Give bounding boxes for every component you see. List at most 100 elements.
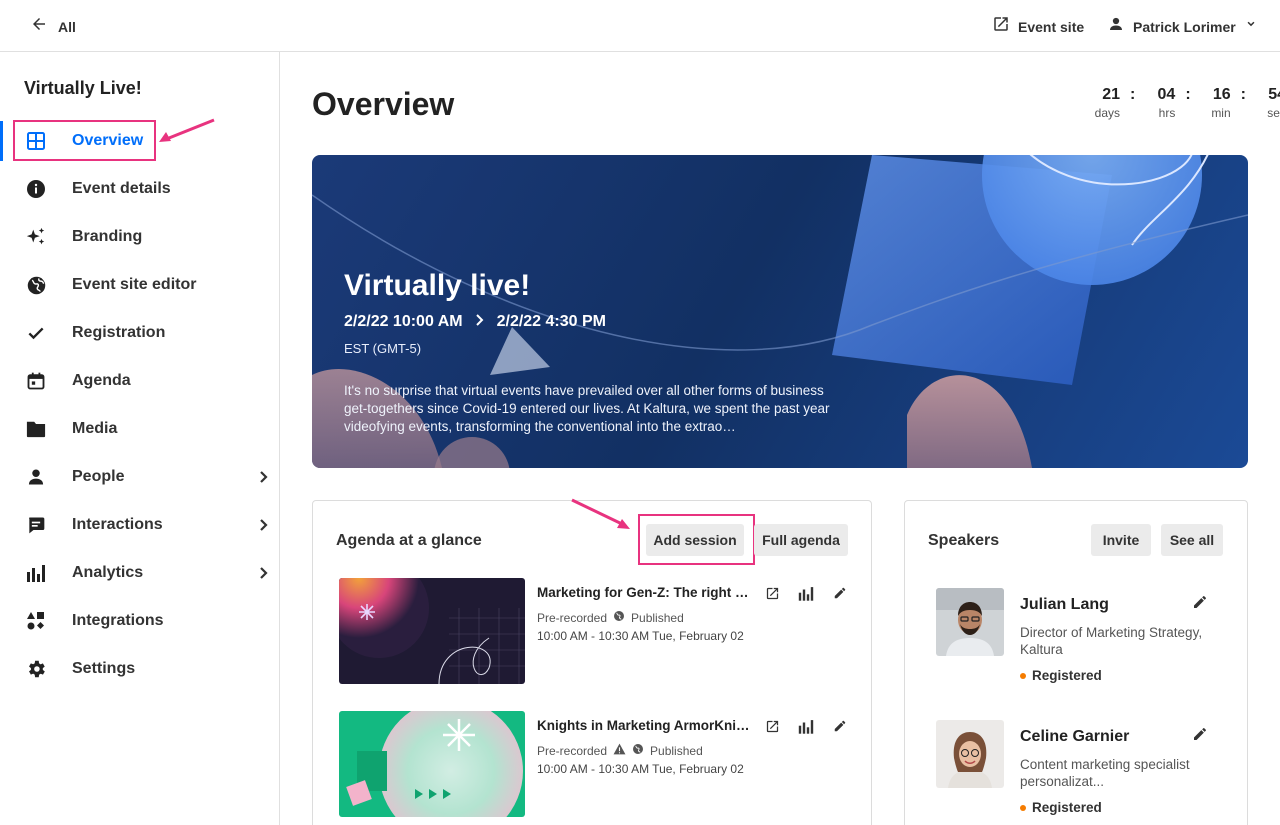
hero-event-title: Virtually live!	[344, 269, 531, 302]
agenda-card-title: Agenda at a glance	[336, 532, 482, 549]
info-icon	[24, 177, 48, 201]
hero-timezone: EST (GMT-5)	[344, 341, 422, 356]
edit-pencil-icon[interactable]	[1192, 726, 1208, 747]
sidebar-item-label: Event site editor	[72, 276, 197, 293]
globe-icon	[632, 743, 644, 758]
sidebar-item-label: Interactions	[72, 516, 163, 533]
countdown-seconds-value: 54	[1268, 86, 1280, 103]
session-type: Pre-recorded	[537, 743, 608, 758]
sidebar-nav: Overview Event details Branding Event si…	[0, 117, 279, 693]
chevron-down-icon	[1244, 17, 1258, 36]
agenda-session-item[interactable]: Marketing for Gen-Z: The right way Pre-r…	[339, 578, 849, 684]
session-status: Published	[631, 610, 684, 625]
bar-chart-icon	[24, 561, 48, 585]
apps-icon	[24, 609, 48, 633]
sidebar-item-label: People	[72, 468, 125, 485]
sidebar-item-event-details[interactable]: Event details	[0, 165, 279, 213]
sidebar-item-label: Analytics	[72, 564, 144, 581]
speaker-status: Registered	[1020, 668, 1102, 683]
sidebar-item-media[interactable]: Media	[0, 405, 279, 453]
sidebar-item-branding[interactable]: Branding	[0, 213, 279, 261]
session-time: 10:00 AM - 10:30 AM Tue, February 02	[537, 629, 744, 643]
speaker-item[interactable]: Celine Garnier Content marketing special…	[936, 720, 1226, 825]
speaker-role: Content marketing specialist personaliza…	[1020, 757, 1190, 789]
person-icon	[24, 465, 48, 489]
warning-icon	[613, 743, 626, 758]
user-name: Patrick Lorimer	[1133, 18, 1236, 35]
sidebar-item-agenda[interactable]: Agenda	[0, 357, 279, 405]
avatar	[936, 720, 1004, 788]
user-menu[interactable]: Patrick Lorimer	[1107, 15, 1258, 38]
sidebar: Virtually Live! Overview Event details B…	[0, 52, 280, 825]
agenda-card: Agenda at a glance Add session Full agen…	[312, 500, 872, 825]
sidebar-item-settings[interactable]: Settings	[0, 645, 279, 693]
speakers-card-title: Speakers	[928, 532, 1000, 549]
speakers-card: Speakers Invite See all Julian Lang Dire…	[904, 500, 1248, 825]
globe-icon	[613, 610, 625, 625]
invite-button[interactable]: Invite	[1091, 524, 1151, 556]
sidebar-item-label: Media	[72, 420, 118, 437]
countdown-minutes-label: min	[1211, 106, 1231, 120]
speaker-role: Director of Marketing Strategy, Kaltura	[1020, 625, 1203, 657]
event-name: Virtually Live!	[24, 78, 142, 98]
full-agenda-button[interactable]: Full agenda	[754, 524, 848, 556]
edit-pencil-icon[interactable]	[831, 717, 849, 735]
chevron-right-icon	[258, 566, 270, 585]
back-label: All	[58, 18, 76, 35]
session-type: Pre-recorded	[537, 610, 608, 625]
sparkle-icon	[24, 225, 48, 249]
see-all-button[interactable]: See all	[1161, 524, 1223, 556]
event-site-label: Event site	[1018, 18, 1085, 35]
sidebar-item-people[interactable]: People	[0, 453, 279, 501]
folder-icon	[24, 417, 48, 441]
annotation-arrow-icon	[571, 498, 630, 529]
add-session-button[interactable]: Add session	[646, 524, 744, 556]
chat-icon	[24, 513, 48, 537]
countdown-minutes: 16 min	[1201, 86, 1231, 120]
countdown-days-value: 21	[1102, 86, 1120, 103]
speaker-status-label: Registered	[1032, 800, 1102, 815]
speaker-name: Julian Lang	[1020, 596, 1109, 613]
arrow-left-icon	[30, 15, 48, 38]
event-site-link[interactable]: Event site	[992, 15, 1084, 38]
back-to-all-link[interactable]: All	[30, 15, 76, 38]
countdown-days-label: days	[1094, 106, 1120, 120]
sidebar-item-analytics[interactable]: Analytics	[0, 549, 279, 597]
speaker-item[interactable]: Julian Lang Director of Marketing Strate…	[936, 588, 1226, 698]
sidebar-item-label: Branding	[72, 228, 143, 245]
analytics-icon[interactable]	[797, 584, 815, 602]
countdown-hours-label: hrs	[1158, 106, 1176, 120]
session-title[interactable]: Marketing for Gen-Z: The right way	[537, 585, 755, 600]
hero-event-dates: 2/2/22 10:00 AM 2/2/22 4:30 PM	[344, 313, 606, 331]
sidebar-item-registration[interactable]: Registration	[0, 309, 279, 357]
check-icon	[24, 321, 48, 345]
countdown-separator: :	[1130, 86, 1136, 103]
edit-pencil-icon[interactable]	[831, 584, 849, 602]
annotation-arrow-icon	[159, 118, 215, 142]
status-dot	[1020, 804, 1026, 811]
external-link-icon[interactable]	[763, 717, 781, 735]
avatar	[936, 588, 1004, 656]
hero-start-date: 2/2/22 10:00 AM	[344, 313, 463, 330]
user-icon	[1107, 15, 1125, 38]
speaker-status-label: Registered	[1032, 668, 1102, 683]
edit-pencil-icon[interactable]	[1192, 594, 1208, 615]
countdown-separator: :	[1185, 86, 1191, 103]
session-time: 10:00 AM - 10:30 AM Tue, February 02	[537, 762, 744, 776]
sidebar-item-interactions[interactable]: Interactions	[0, 501, 279, 549]
chevron-right-icon	[258, 518, 270, 537]
sidebar-item-integrations[interactable]: Integrations	[0, 597, 279, 645]
countdown-hours-value: 04	[1157, 86, 1176, 103]
analytics-icon[interactable]	[797, 717, 815, 735]
session-title[interactable]: Knights in Marketing ArmorKnights in Mar…	[537, 718, 755, 733]
page-title: Overview	[312, 86, 455, 122]
session-meta: Pre-recorded Published	[537, 743, 703, 758]
agenda-session-item[interactable]: Knights in Marketing ArmorKnights in Mar…	[339, 711, 849, 817]
hero-description: It's no surprise that virtual events hav…	[344, 383, 830, 434]
sidebar-item-label: Event details	[72, 180, 171, 197]
external-link-icon[interactable]	[763, 584, 781, 602]
sidebar-item-event-site-editor[interactable]: Event site editor	[0, 261, 279, 309]
status-dot	[1020, 672, 1026, 679]
hero-end-date: 2/2/22 4:30 PM	[496, 313, 606, 330]
session-thumbnail	[339, 711, 525, 817]
